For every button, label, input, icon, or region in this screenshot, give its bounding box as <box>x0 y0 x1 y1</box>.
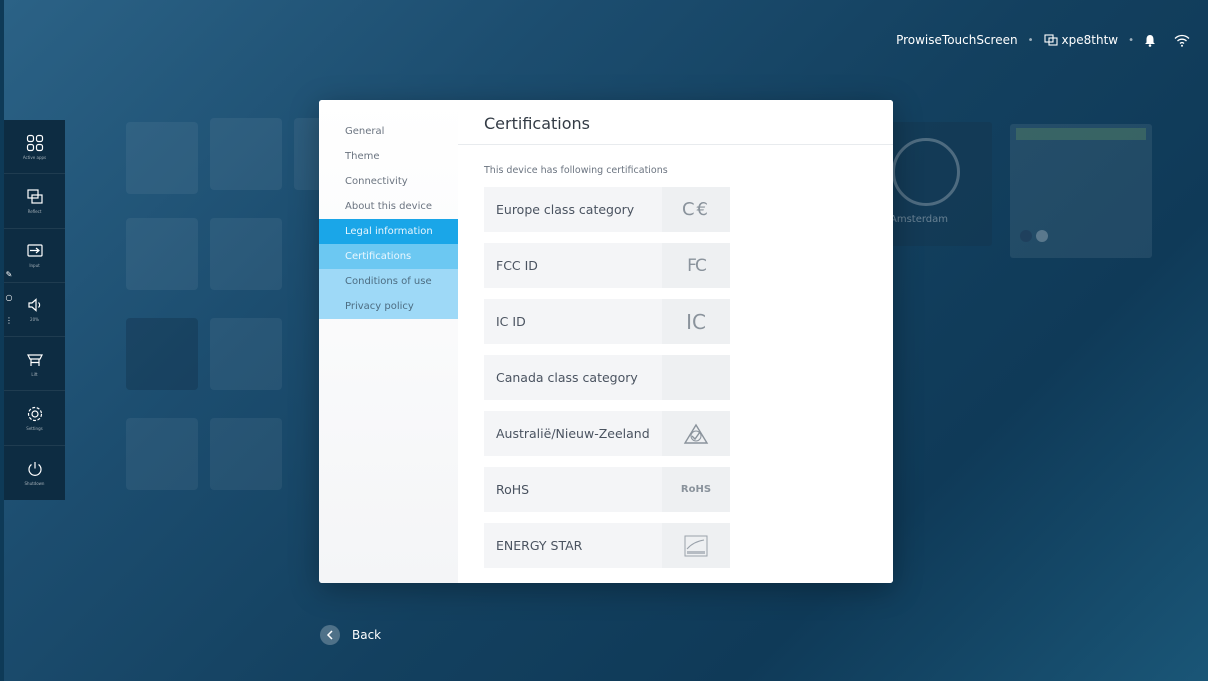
background-app-tile <box>126 418 198 490</box>
dock-item-active-apps[interactable]: Active apps <box>4 120 65 175</box>
dock-item-reflect[interactable]: Reflect <box>4 174 65 229</box>
reflect-icon <box>26 189 43 204</box>
certification-name: Australië/Nieuw-Zeeland <box>484 411 662 456</box>
network-status[interactable]: xpe8thtw <box>1043 33 1119 47</box>
bell-icon[interactable] <box>1144 34 1156 47</box>
back-label: Back <box>352 628 382 642</box>
nav-item-certifications[interactable]: Certifications <box>319 244 458 269</box>
weather-dot <box>1036 230 1048 242</box>
nav-item-theme[interactable]: Theme <box>319 144 458 169</box>
background-app-tile <box>210 418 282 490</box>
certification-row: ENERGY STAR <box>484 523 730 568</box>
background-app-tile <box>210 118 282 190</box>
separator-dot: • <box>1027 34 1034 46</box>
pen-icon[interactable]: ✎ <box>6 270 13 279</box>
energy-star-logo-icon <box>662 523 730 568</box>
nav-item-privacy-policy[interactable]: Privacy policy <box>319 294 458 319</box>
apps-icon <box>26 134 43 151</box>
dock-label: Input <box>29 263 40 269</box>
nav-item-legal-information[interactable]: Legal information <box>319 219 458 244</box>
certification-name: ENERGY STAR <box>484 523 662 568</box>
nav-item-about-this-device[interactable]: About this device <box>319 194 458 219</box>
fcc-logo-icon: FC <box>662 243 730 288</box>
ce-logo-text: C€ <box>681 199 711 220</box>
certification-name: IC ID <box>484 299 662 344</box>
ce-logo-icon: C€ <box>662 187 730 232</box>
certification-row: Canada class category <box>484 355 730 400</box>
settings-dialog: General Theme Connectivity About this de… <box>319 100 893 583</box>
certification-row: FCC ID FC <box>484 243 730 288</box>
clock-city-label: Amsterdam <box>890 214 949 225</box>
back-button[interactable]: Back <box>320 625 381 645</box>
input-icon <box>26 244 43 257</box>
certification-row: Australië/Nieuw-Zeeland <box>484 411 730 456</box>
certification-name: Canada class category <box>484 355 662 400</box>
rohs-logo-icon: RoHS <box>662 467 730 512</box>
separator-dot: • <box>1128 34 1134 46</box>
network-icon <box>1043 34 1058 46</box>
weather-bar <box>1016 128 1146 140</box>
background-app-tile <box>210 318 282 390</box>
gear-icon <box>27 406 42 422</box>
page-title: Certifications <box>484 114 590 133</box>
device-name[interactable]: ProwiseTouchScreen <box>896 33 1018 47</box>
empty-logo <box>662 355 730 400</box>
certification-name: Europe class category <box>484 187 662 232</box>
rcm-logo-icon <box>662 411 730 456</box>
nav-item-conditions-of-use[interactable]: Conditions of use <box>319 269 458 294</box>
background-clock-widget: Amsterdam <box>888 122 992 246</box>
clock-face-icon <box>892 138 960 206</box>
divider <box>458 144 893 145</box>
nav-item-general[interactable]: General <box>319 119 458 144</box>
background-app-tile <box>126 318 198 390</box>
dock-label: Lift <box>31 371 38 377</box>
ic-logo-text: IC <box>686 309 706 334</box>
dock-item-settings[interactable]: Settings <box>4 391 65 446</box>
network-name: xpe8thtw <box>1061 33 1119 47</box>
certification-name: RoHS <box>484 467 662 512</box>
menu-dots-icon[interactable]: ⋮ <box>5 316 13 325</box>
dock-side-handles: ✎ ○ ⋮ <box>4 270 14 370</box>
dock-label: Settings <box>26 426 43 432</box>
energy-star-icon <box>684 535 708 556</box>
dock-label: Reflect <box>27 208 42 214</box>
rcm-triangle-icon <box>683 423 709 444</box>
weather-dot <box>1020 230 1032 242</box>
circle-icon[interactable]: ○ <box>6 293 13 302</box>
ic-logo-icon: IC <box>662 299 730 344</box>
page-description: This device has following certifications <box>484 165 668 176</box>
settings-content: Certifications This device has following… <box>458 100 893 583</box>
background-app-tile <box>210 218 282 290</box>
rohs-logo-text: RoHS <box>680 484 712 495</box>
wifi-icon[interactable] <box>1174 34 1190 47</box>
certification-row: Europe class category C€ <box>484 187 730 232</box>
chevron-left-icon <box>320 625 340 645</box>
dock-label: Shutdown <box>24 480 45 486</box>
dock-label: Active apps <box>22 154 47 160</box>
status-bar: ProwiseTouchScreen • xpe8thtw • <box>896 30 1190 50</box>
lift-icon <box>26 354 43 366</box>
certification-row: IC ID IC <box>484 299 730 344</box>
nav-item-connectivity[interactable]: Connectivity <box>319 169 458 194</box>
background-app-tile <box>126 218 198 290</box>
certification-row: RoHS RoHS <box>484 467 730 512</box>
desktop-background: Amsterdam ProwiseTouchScreen • xpe8thtw … <box>4 0 1208 681</box>
certification-name: FCC ID <box>484 243 662 288</box>
background-weather-widget <box>1010 124 1152 258</box>
settings-nav: General Theme Connectivity About this de… <box>319 100 458 583</box>
background-app-tile <box>126 122 198 194</box>
fcc-logo-text: FC <box>687 255 707 276</box>
dock-label: 20% <box>30 317 39 323</box>
volume-icon <box>27 298 40 313</box>
power-icon <box>27 461 42 476</box>
certification-list: Europe class category C€ FCC ID FC IC ID… <box>484 187 730 579</box>
dock-item-shutdown[interactable]: Shutdown <box>4 446 65 500</box>
